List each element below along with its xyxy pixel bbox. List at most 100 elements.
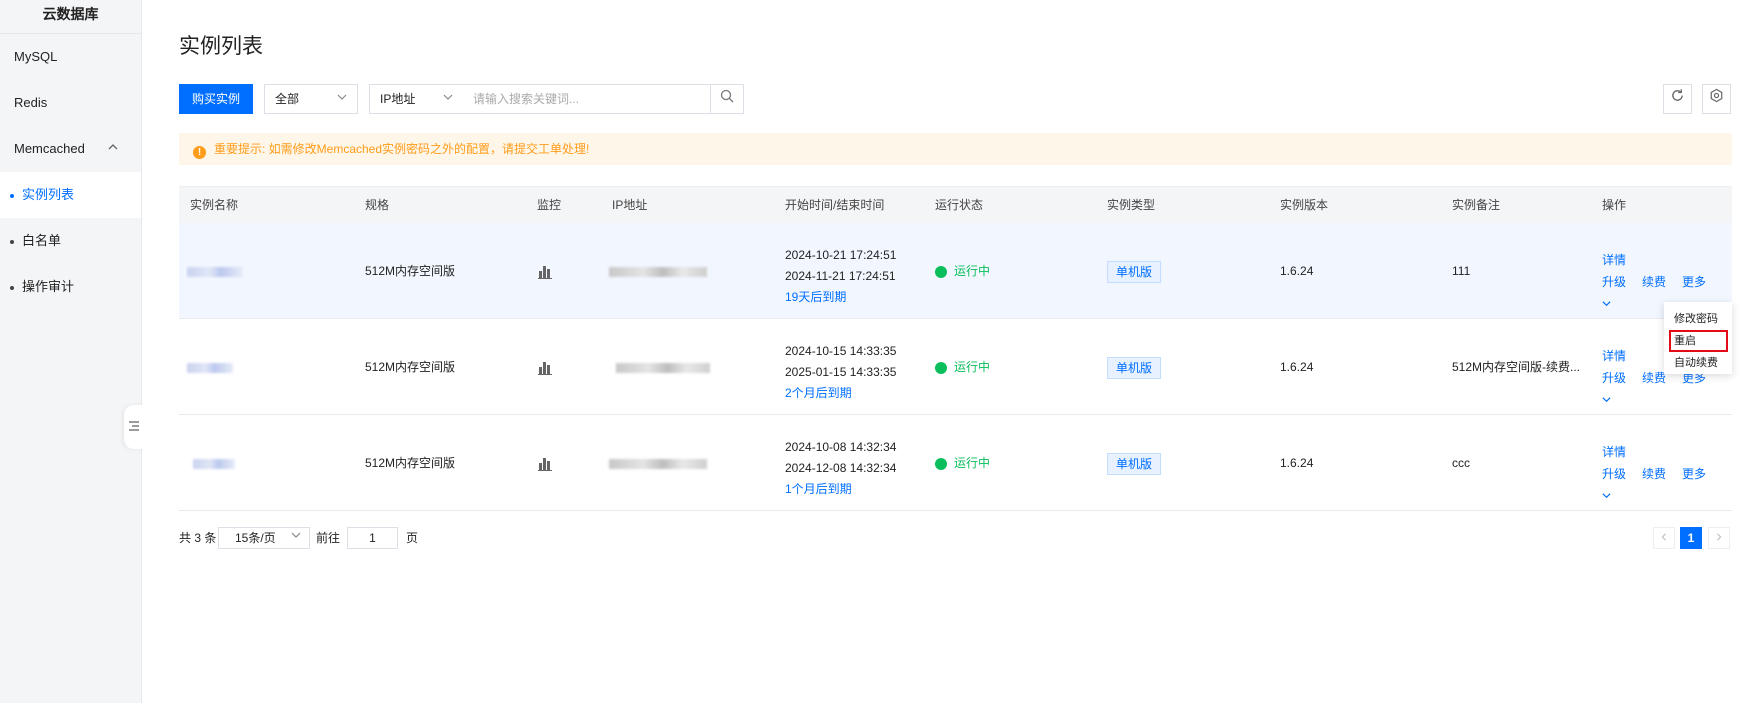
remark-cell: 512M内存空间版-续费... bbox=[1452, 360, 1581, 374]
status-cell: 运行中 bbox=[935, 319, 990, 415]
more-dropdown-menu: 修改密码 重启 自动续费 bbox=[1664, 302, 1732, 374]
renew-link[interactable]: 续费 bbox=[1642, 275, 1666, 289]
upgrade-link[interactable]: 升级 bbox=[1602, 275, 1626, 289]
more-label: 更多 bbox=[1682, 275, 1707, 289]
chevron-down-icon bbox=[443, 85, 453, 113]
ops-cell: 详情 升级 续费 更多 bbox=[1602, 441, 1732, 507]
buy-instance-button[interactable]: 购买实例 bbox=[179, 84, 253, 114]
page-button-current[interactable]: 1 bbox=[1680, 527, 1702, 549]
menu-item-auto-renew[interactable]: 自动续费 bbox=[1664, 352, 1732, 374]
menu-item-restart[interactable]: 重启 bbox=[1669, 330, 1728, 352]
remark-cell: ccc bbox=[1452, 456, 1470, 470]
refresh-button[interactable] bbox=[1663, 84, 1692, 114]
page-title: 实例列表 bbox=[179, 35, 263, 58]
sidebar-item-label: Redis bbox=[14, 95, 48, 110]
status-dot-icon bbox=[935, 457, 947, 470]
expiry-text: 19天后到期 bbox=[785, 290, 847, 304]
spec-cell: 512M内存空间版 bbox=[365, 360, 456, 374]
sidebar-item-redis[interactable]: Redis bbox=[0, 80, 141, 126]
expiry-text: 2个月后到期 bbox=[785, 386, 852, 400]
monitor-button[interactable] bbox=[538, 415, 552, 511]
upgrade-link[interactable]: 升级 bbox=[1602, 467, 1626, 481]
sidebar-item-label: 操作审计 bbox=[22, 279, 75, 294]
type-cell: 单机版 bbox=[1107, 415, 1162, 511]
end-time: 2025-01-15 14:33:35 bbox=[785, 365, 897, 379]
instance-name-redacted[interactable] bbox=[187, 223, 243, 319]
expiry-text: 1个月后到期 bbox=[785, 482, 852, 496]
chevron-right-icon bbox=[1715, 532, 1723, 544]
sidebar-collapse-button[interactable] bbox=[124, 405, 144, 449]
prev-page-button[interactable] bbox=[1653, 527, 1675, 549]
sidebar-item-whitelist[interactable]: 白名单 bbox=[0, 218, 141, 264]
start-time: 2024-10-08 14:32:34 bbox=[785, 440, 897, 454]
monitor-button[interactable] bbox=[538, 223, 552, 319]
monitor-button[interactable] bbox=[538, 319, 552, 415]
page-size-value: 15条/页 bbox=[235, 531, 276, 545]
type-badge: 单机版 bbox=[1107, 260, 1162, 283]
ip-address-redacted bbox=[609, 415, 707, 511]
time-cell: 2024-10-08 14:32:34 2024-12-08 14:32:34 … bbox=[785, 437, 896, 500]
menu-item-change-password[interactable]: 修改密码 bbox=[1664, 308, 1732, 330]
sidebar-item-instance-list[interactable]: 实例列表 bbox=[0, 172, 141, 218]
instance-name-redacted[interactable] bbox=[187, 319, 233, 415]
start-time: 2024-10-21 17:24:51 bbox=[785, 248, 897, 262]
status-cell: 运行中 bbox=[935, 415, 990, 511]
status-text: 运行中 bbox=[954, 264, 991, 278]
filter-select-value: 全部 bbox=[275, 92, 300, 106]
sidebar-item-memcached[interactable]: Memcached bbox=[0, 126, 141, 172]
status-dot-icon bbox=[935, 361, 947, 374]
chevron-down-icon bbox=[1602, 297, 1611, 311]
instance-table: 实例名称 规格 监控 IP地址 开始时间/结束时间 运行状态 实例类型 实例版本… bbox=[179, 186, 1732, 511]
chevron-down-icon bbox=[1602, 489, 1611, 503]
gear-icon bbox=[1709, 88, 1724, 107]
renew-link[interactable]: 续费 bbox=[1642, 467, 1666, 481]
bullet-icon bbox=[10, 193, 14, 198]
detail-link[interactable]: 详情 bbox=[1602, 253, 1626, 267]
sidebar-title: 云数据库 bbox=[0, 0, 141, 34]
page-number-input[interactable]: 1 bbox=[347, 527, 398, 549]
renew-link[interactable]: 续费 bbox=[1642, 371, 1666, 385]
page-size-select[interactable]: 15条/页 bbox=[218, 527, 310, 549]
warning-icon: ! bbox=[193, 146, 206, 159]
detail-link[interactable]: 详情 bbox=[1602, 349, 1626, 363]
bar-chart-icon bbox=[538, 361, 552, 375]
time-cell: 2024-10-21 17:24:51 2024-11-21 17:24:51 … bbox=[785, 245, 896, 308]
filter-select[interactable]: 全部 bbox=[264, 84, 358, 114]
remark-cell: 111 bbox=[1452, 264, 1471, 278]
instance-name-redacted[interactable] bbox=[193, 415, 235, 511]
next-page-button[interactable] bbox=[1708, 527, 1730, 549]
chevron-down-icon bbox=[1602, 393, 1611, 407]
field-select[interactable]: IP地址 bbox=[369, 84, 464, 114]
chevron-down-icon bbox=[291, 528, 301, 548]
column-header: 开始时间/结束时间 bbox=[785, 198, 885, 212]
status-dot-icon bbox=[935, 265, 947, 278]
start-time: 2024-10-15 14:33:35 bbox=[785, 344, 897, 358]
table-row: 512M内存空间版 2024-10-21 17:24:51 2024-11-21… bbox=[179, 223, 1732, 319]
settings-button[interactable] bbox=[1702, 84, 1731, 114]
chevron-down-icon bbox=[337, 85, 347, 113]
type-cell: 单机版 bbox=[1107, 319, 1162, 415]
field-select-value: IP地址 bbox=[380, 92, 416, 106]
page-unit-label: 页 bbox=[406, 531, 419, 545]
detail-link[interactable]: 详情 bbox=[1602, 445, 1626, 459]
sidebar-item-label: 实例列表 bbox=[22, 187, 75, 202]
sidebar-item-mysql[interactable]: MySQL bbox=[0, 34, 141, 80]
time-cell: 2024-10-15 14:33:35 2025-01-15 14:33:35 … bbox=[785, 341, 896, 404]
chevron-left-icon bbox=[1660, 532, 1668, 544]
search-input[interactable] bbox=[463, 84, 711, 114]
search-button[interactable] bbox=[710, 84, 744, 114]
status-text: 运行中 bbox=[954, 456, 991, 470]
type-cell: 单机版 bbox=[1107, 223, 1162, 319]
version-cell: 1.6.24 bbox=[1280, 264, 1314, 278]
table-row: 512M内存空间版 2024-10-08 14:32:34 2024-12-08… bbox=[179, 415, 1732, 511]
type-badge: 单机版 bbox=[1107, 452, 1162, 475]
column-header: 监控 bbox=[537, 198, 562, 212]
column-header: 实例版本 bbox=[1280, 198, 1329, 212]
upgrade-link[interactable]: 升级 bbox=[1602, 371, 1626, 385]
column-header: IP地址 bbox=[612, 198, 648, 212]
sidebar-item-audit[interactable]: 操作审计 bbox=[0, 264, 141, 310]
end-time: 2024-12-08 14:32:34 bbox=[785, 461, 897, 475]
column-header: 规格 bbox=[365, 198, 390, 212]
bar-chart-icon bbox=[538, 265, 552, 279]
type-badge: 单机版 bbox=[1107, 356, 1162, 379]
